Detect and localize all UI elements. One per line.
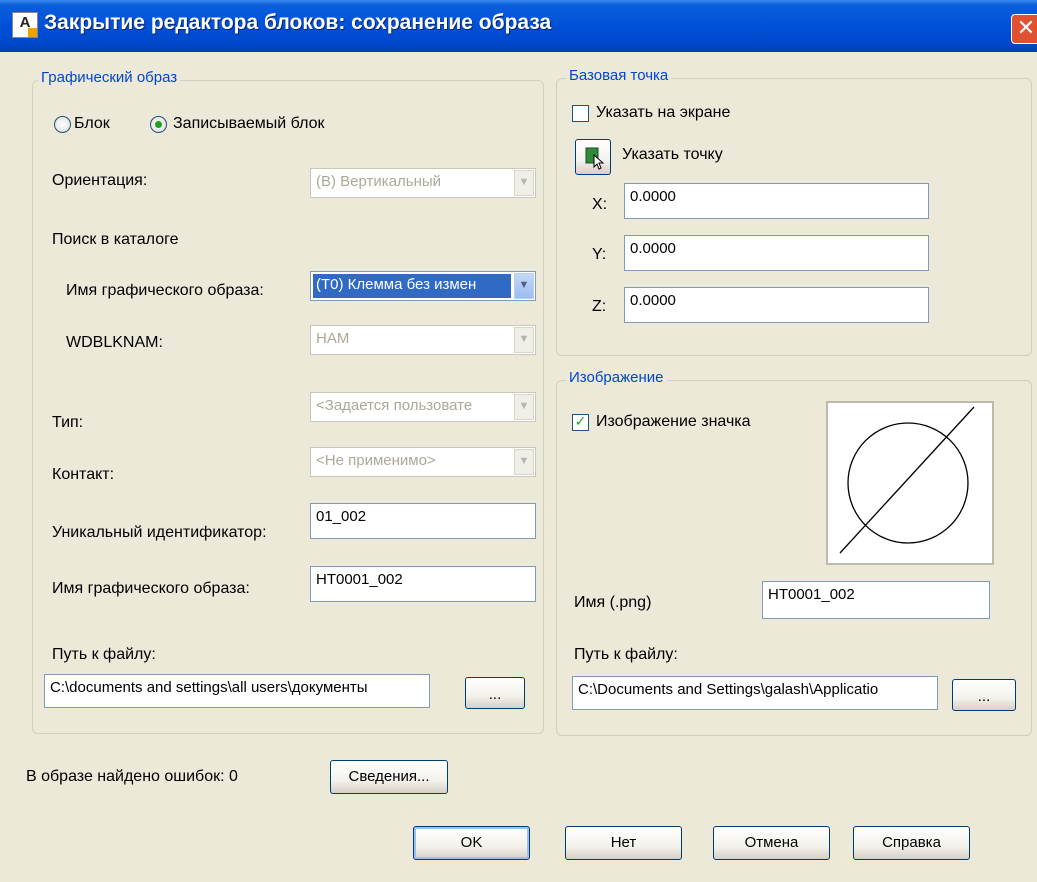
- radio-writable-block[interactable]: [150, 116, 167, 133]
- radio-selected-dot: [155, 121, 162, 128]
- pick-point-button[interactable]: [575, 139, 611, 175]
- orientation-select[interactable]: (В) Вертикальный ▼: [310, 168, 536, 198]
- image-path-field[interactable]: C:\Documents and Settings\galash\Applica…: [572, 676, 938, 710]
- circle-slash-icon: [839, 406, 975, 554]
- type-label: Тип:: [52, 414, 84, 431]
- help-button[interactable]: Справка: [853, 826, 970, 860]
- path-label: Путь к файлу:: [52, 646, 156, 663]
- ok-button[interactable]: OK: [413, 826, 530, 860]
- chevron-down-icon[interactable]: ▼: [514, 449, 534, 475]
- pick-point-label: Указать точку: [622, 146, 723, 163]
- wdblknam-label: WDBLKNAM:: [66, 334, 163, 351]
- z-label: Z:: [592, 298, 607, 315]
- image-name-combo-label: Имя графического образа:: [66, 282, 264, 299]
- wdblknam-select[interactable]: НАМ ▼: [310, 325, 536, 355]
- base-point-legend: Базовая точка: [566, 67, 672, 84]
- cancel-button[interactable]: Отмена: [713, 826, 830, 860]
- unique-id-field[interactable]: 01_002: [310, 503, 536, 539]
- x-field[interactable]: 0.0000: [624, 183, 929, 219]
- image-browse-button[interactable]: ...: [952, 679, 1016, 711]
- errors-text: В образе найдено ошибок: 0: [26, 768, 238, 785]
- chevron-down-icon[interactable]: ▼: [514, 273, 534, 299]
- chevron-down-icon[interactable]: ▼: [514, 327, 534, 353]
- image-name-select[interactable]: (Т0) Клемма без измен ▼: [310, 271, 536, 301]
- orientation-value: (В) Вертикальный: [316, 173, 442, 190]
- contact-value: <Не применимо>: [316, 452, 436, 469]
- no-button[interactable]: Нет: [565, 826, 682, 860]
- image-name-select-value: (Т0) Клемма без измен: [313, 274, 511, 298]
- image-legend: Изображение: [566, 369, 667, 386]
- type-select[interactable]: <Задается пользовате ▼: [310, 392, 536, 422]
- specify-on-screen-label[interactable]: Указать на экране: [596, 104, 730, 122]
- radio-block[interactable]: [54, 116, 71, 133]
- catalog-label: Поиск в каталоге: [52, 231, 179, 248]
- icon-preview: [826, 401, 994, 565]
- browse-button[interactable]: ...: [465, 677, 525, 709]
- specify-on-screen-checkbox[interactable]: [572, 105, 589, 122]
- app-icon-mark: [28, 28, 37, 37]
- wdblknam-value: НАМ: [316, 330, 350, 347]
- y-field[interactable]: 0.0000: [624, 235, 929, 271]
- radio-block-label[interactable]: Блок: [74, 115, 110, 133]
- z-field[interactable]: 0.0000: [624, 287, 929, 323]
- icon-image-label[interactable]: Изображение значка: [596, 413, 751, 431]
- chevron-down-icon[interactable]: ▼: [514, 394, 534, 420]
- path-field[interactable]: C:\documents and settings\all users\доку…: [44, 674, 430, 708]
- type-value: <Задается пользовате: [316, 397, 473, 414]
- y-label: Y:: [592, 246, 607, 263]
- orientation-label: Ориентация:: [52, 172, 148, 189]
- details-button[interactable]: Сведения...: [330, 760, 448, 794]
- png-name-field[interactable]: HT0001_002: [762, 581, 990, 619]
- unique-id-label: Уникальный идентификатор:: [52, 524, 267, 541]
- close-icon[interactable]: ✕: [1011, 14, 1037, 44]
- radio-writable-block-label[interactable]: Записываемый блок: [173, 115, 325, 133]
- contact-select[interactable]: <Не применимо> ▼: [310, 447, 536, 477]
- window-title: Закрытие редактора блоков: сохранение об…: [44, 11, 552, 34]
- graphic-name-label: Имя графического образа:: [52, 580, 250, 597]
- x-label: X:: [592, 196, 608, 213]
- app-icon: A: [12, 12, 38, 38]
- graphic-legend: Графический образ: [38, 69, 181, 86]
- chevron-down-icon[interactable]: ▼: [514, 170, 534, 196]
- pick-point-icon: [585, 147, 605, 170]
- contact-label: Контакт:: [52, 466, 115, 483]
- icon-image-checkbox[interactable]: ✓: [572, 414, 589, 431]
- png-name-label: Имя (.png): [574, 594, 652, 611]
- graphic-name-field[interactable]: HT0001_002: [310, 566, 536, 602]
- image-path-label: Путь к файлу:: [574, 646, 678, 663]
